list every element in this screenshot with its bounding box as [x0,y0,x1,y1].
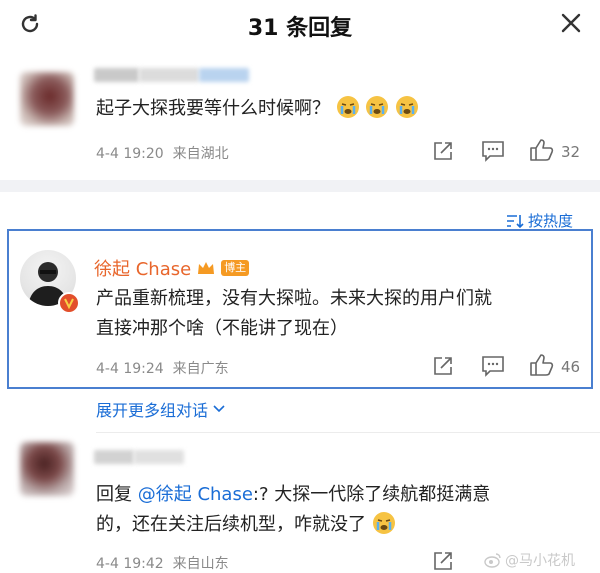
page-title: 31 条回复 [247,16,353,41]
comment-location: 来自湖北 [172,146,229,162]
verified-badge-icon [58,292,80,314]
watermark: @马小花机 [484,550,575,570]
author-row: 徐起 Chase 博主 [94,255,250,281]
comment-body: :? 大探一代除了续航都挺满意 [252,484,491,505]
crying-emoji [395,95,419,119]
crying-emoji [365,95,389,119]
reply-text-line1: 产品重新梳理，没有大探啦。未来大探的用户们就 [96,288,492,309]
comment-time: 4-4 19:20 [96,146,164,162]
chevron-down-icon [212,404,226,414]
like-count: 32 [561,143,581,161]
comment-text-line1: 回复 @徐起 Chase:? 大探一代除了续航都挺满意 [96,480,490,510]
like-count: 46 [561,358,581,376]
share-icon[interactable] [432,550,454,572]
commenter-name[interactable] [94,68,264,82]
reply-text-line2: 直接冲那个啥（不能讲了现在） [96,318,348,339]
comment-body: 起子大探我要等什么时候啊？ [96,98,330,119]
sort-toggle[interactable]: 按热度 [506,210,573,231]
mention-link[interactable]: @徐起 Chase [138,484,253,505]
reply-location: 来自广东 [172,361,229,377]
sort-icon [506,213,524,229]
comment-time: 4-4 19:42 [96,556,164,572]
close-icon[interactable] [560,12,582,34]
avatar[interactable] [20,72,74,126]
comment-text-line2: 的，还在关注后续机型，咋就没了 [96,510,396,540]
author-name[interactable]: 徐起 Chase [94,255,191,281]
comment-icon[interactable] [481,140,505,162]
comment-meta: 4-4 19:42 来自山东 [96,553,229,573]
section-divider [0,180,600,192]
crying-emoji [372,511,396,535]
comment-meta: 4-4 19:20 来自湖北 [96,143,229,163]
reply-meta: 4-4 19:24 来自广东 [96,358,229,378]
comment-body: 的，还在关注后续机型，咋就没了 [96,514,366,535]
reply-prefix: 回复 [96,484,138,505]
watermark-text: @马小花机 [505,553,575,569]
commenter-name[interactable] [94,450,184,464]
like-icon[interactable] [529,353,555,377]
comment-icon[interactable] [481,355,505,377]
expand-label: 展开更多组对话 [96,401,209,420]
share-icon[interactable] [432,355,454,377]
weibo-logo-icon [484,552,502,568]
blogger-badge: 博主 [221,260,250,276]
share-icon[interactable] [432,140,454,162]
crown-icon [197,260,215,276]
crying-emoji [336,95,360,119]
reply-time: 4-4 19:24 [96,361,164,377]
expand-conversations-link[interactable]: 展开更多组对话 [96,397,226,421]
like-icon[interactable] [529,138,555,162]
comment-location: 来自山东 [172,556,229,572]
avatar[interactable] [20,442,74,496]
sort-label: 按热度 [528,212,574,230]
divider [96,432,600,433]
comment-text: 起子大探我要等什么时候啊？ [96,94,419,124]
